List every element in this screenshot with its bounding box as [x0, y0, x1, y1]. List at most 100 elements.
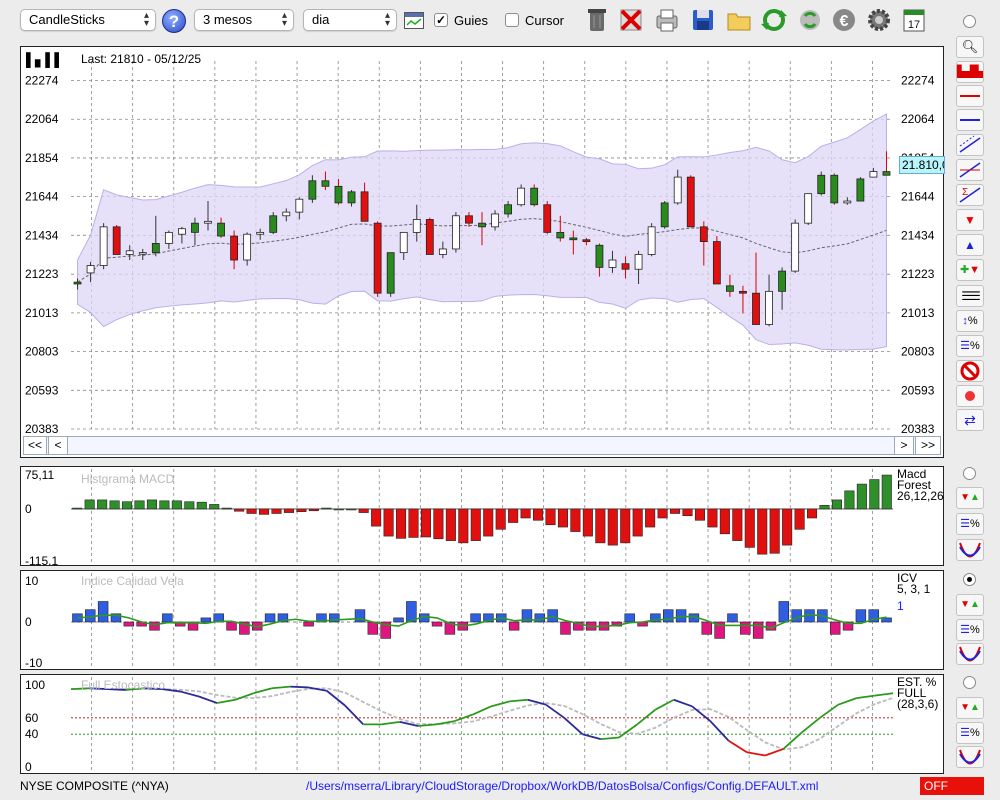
macd-y-tick: 75,11	[25, 468, 54, 482]
icv-signals-button[interactable]: ▼▲	[956, 594, 984, 616]
icv-bar	[303, 621, 314, 627]
macd-bar	[209, 504, 220, 510]
candle-body	[791, 222, 800, 272]
chevron-updown-icon: ▴ ▾	[281, 10, 287, 29]
window-icon[interactable]	[404, 12, 424, 29]
interval-select[interactable]: dia ▴ ▾	[303, 9, 397, 31]
nav-first-button[interactable]: <<	[23, 436, 47, 455]
chart-type-value: CandleSticks	[29, 12, 105, 27]
price-chart[interactable]: 2227422274220642206421854218542164421644…	[21, 47, 943, 457]
macd-bar	[744, 508, 755, 548]
trash-icon[interactable]	[584, 6, 610, 34]
calendar-icon[interactable]: 17	[901, 6, 927, 34]
stoch-line	[709, 720, 730, 742]
record-button[interactable]	[956, 385, 984, 407]
toolbar-radio[interactable]	[963, 15, 976, 28]
symbol-label: NYSE COMPOSITE (^NYA)	[20, 779, 169, 793]
euro-icon[interactable]: €	[831, 6, 857, 34]
candle-body	[778, 270, 786, 292]
macd-bar	[271, 508, 282, 514]
macd-bar	[520, 508, 531, 519]
y-tick-left: 20803	[25, 345, 59, 359]
signals-icon: ✚▼	[959, 264, 981, 276]
macd-bar	[694, 508, 705, 521]
icv-bar	[200, 617, 212, 623]
stoch-signals-button[interactable]: ▼▲	[956, 697, 984, 719]
help-button[interactable]: ?	[162, 9, 186, 33]
macd-bar	[508, 508, 519, 523]
refresh-icon[interactable]	[761, 6, 787, 34]
stoch-line	[436, 720, 455, 726]
stop-button[interactable]	[956, 360, 984, 382]
candle-body	[191, 222, 199, 233]
stoch-curves-button[interactable]	[956, 746, 984, 768]
config-path-link[interactable]: /Users/mserra/Library/CloudStorage/Dropb…	[306, 779, 818, 793]
macd-signals-button[interactable]: ▼▲	[956, 487, 984, 509]
icv-bar	[367, 621, 379, 635]
nav-prev-button[interactable]: <	[48, 436, 68, 455]
print-icon[interactable]	[654, 6, 680, 34]
nav-next-button[interactable]: >	[894, 436, 914, 455]
hline-red-button[interactable]	[956, 85, 984, 107]
chart-type-select[interactable]: CandleSticks ▴ ▾	[20, 9, 156, 31]
candle-body	[556, 231, 565, 239]
candles-button[interactable]: ▙▟▙	[956, 61, 984, 83]
y-tick-left: 21854	[25, 151, 59, 165]
candle-body	[647, 226, 656, 255]
zoom-button[interactable]: 🔍︎	[956, 36, 984, 58]
trendline-button[interactable]	[956, 159, 984, 181]
calendar-day: 17	[908, 19, 920, 31]
icv-curves-button[interactable]	[956, 643, 984, 665]
fibonacci-button[interactable]: Σ	[956, 184, 984, 206]
save-icon[interactable]	[690, 6, 716, 34]
candle-body	[595, 244, 604, 268]
macd-radio[interactable]	[963, 467, 976, 480]
candle-body	[217, 222, 225, 237]
swap-button[interactable]: ⇄	[956, 409, 984, 431]
curves-icon	[959, 749, 981, 765]
macd-bar	[732, 508, 743, 541]
guides-checkbox[interactable]: ✓	[434, 13, 448, 27]
arrow-up-button[interactable]: ▲	[956, 234, 984, 256]
signals-button[interactable]: ✚▼	[956, 259, 984, 281]
stoch-radio[interactable]	[963, 676, 976, 689]
scale-percent-button[interactable]: ↕%	[956, 310, 984, 332]
candle-body	[438, 248, 447, 255]
time-scrollbar[interactable]	[23, 436, 941, 455]
candle-body	[230, 235, 238, 261]
y-tick-right: 21434	[901, 228, 935, 242]
macd-percent-button[interactable]: ☰%	[956, 513, 984, 535]
macd-bar	[645, 508, 656, 528]
grid-button[interactable]: ☰☰	[956, 285, 984, 307]
icv-bar	[855, 609, 867, 623]
arrow-down-button[interactable]: ▼	[956, 209, 984, 231]
stoch-line	[764, 748, 784, 757]
cursor-checkbox[interactable]	[505, 13, 519, 27]
candle-body	[282, 211, 291, 217]
interval-value: dia	[312, 12, 330, 27]
macd-bar	[470, 508, 481, 541]
candle-body	[491, 213, 499, 228]
macd-curves-button[interactable]	[956, 539, 984, 561]
macd-bar	[844, 490, 855, 510]
gear-icon[interactable]	[866, 6, 892, 34]
hline-blue-button[interactable]	[956, 109, 984, 131]
period-select[interactable]: 3 mesos ▴ ▾	[194, 9, 294, 31]
delete-icon[interactable]	[618, 6, 644, 34]
status-off-badge[interactable]: OFF	[920, 777, 984, 795]
svg-text:€: €	[840, 13, 849, 30]
stoch-signal-line	[70, 687, 894, 751]
nav-last-button[interactable]: >>	[915, 436, 941, 455]
candle-body	[86, 265, 95, 274]
stoch-line	[691, 705, 711, 722]
stoch-line	[819, 703, 839, 719]
trendline-icon	[959, 162, 981, 178]
percent-button[interactable]: ☰%	[956, 335, 984, 357]
channel-button[interactable]	[956, 134, 984, 156]
icv-percent-button[interactable]: ☰%	[956, 619, 984, 641]
percent-lines-icon: ☰%	[960, 727, 980, 739]
icv-radio[interactable]	[963, 573, 976, 586]
download-icon[interactable]	[797, 6, 823, 34]
stoch-percent-button[interactable]: ☰%	[956, 722, 984, 744]
folder-icon[interactable]	[726, 6, 752, 34]
